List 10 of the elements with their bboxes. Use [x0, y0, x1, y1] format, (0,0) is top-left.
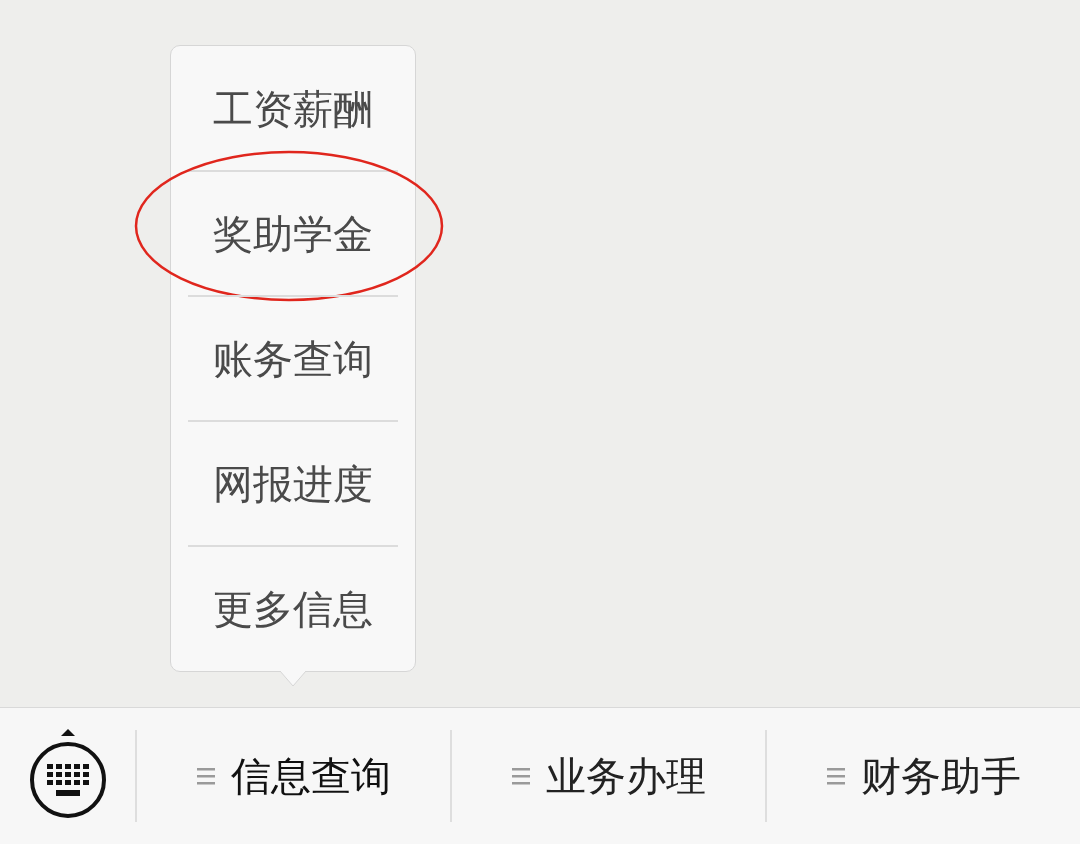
- menu-tab[interactable]: 财务助手: [767, 730, 1080, 822]
- menu-tab[interactable]: 业务办理: [452, 730, 765, 822]
- menu-item[interactable]: 账务查询: [170, 297, 415, 420]
- menu-icon: [826, 766, 845, 786]
- menu-tab[interactable]: 信息查询: [137, 730, 450, 822]
- menu-item[interactable]: 更多信息: [170, 547, 415, 670]
- menu-icon: [511, 766, 530, 786]
- menu-icon: [196, 766, 215, 786]
- menu-item[interactable]: 工资薪酬: [170, 47, 415, 170]
- menu-item[interactable]: 网报进度: [170, 422, 415, 545]
